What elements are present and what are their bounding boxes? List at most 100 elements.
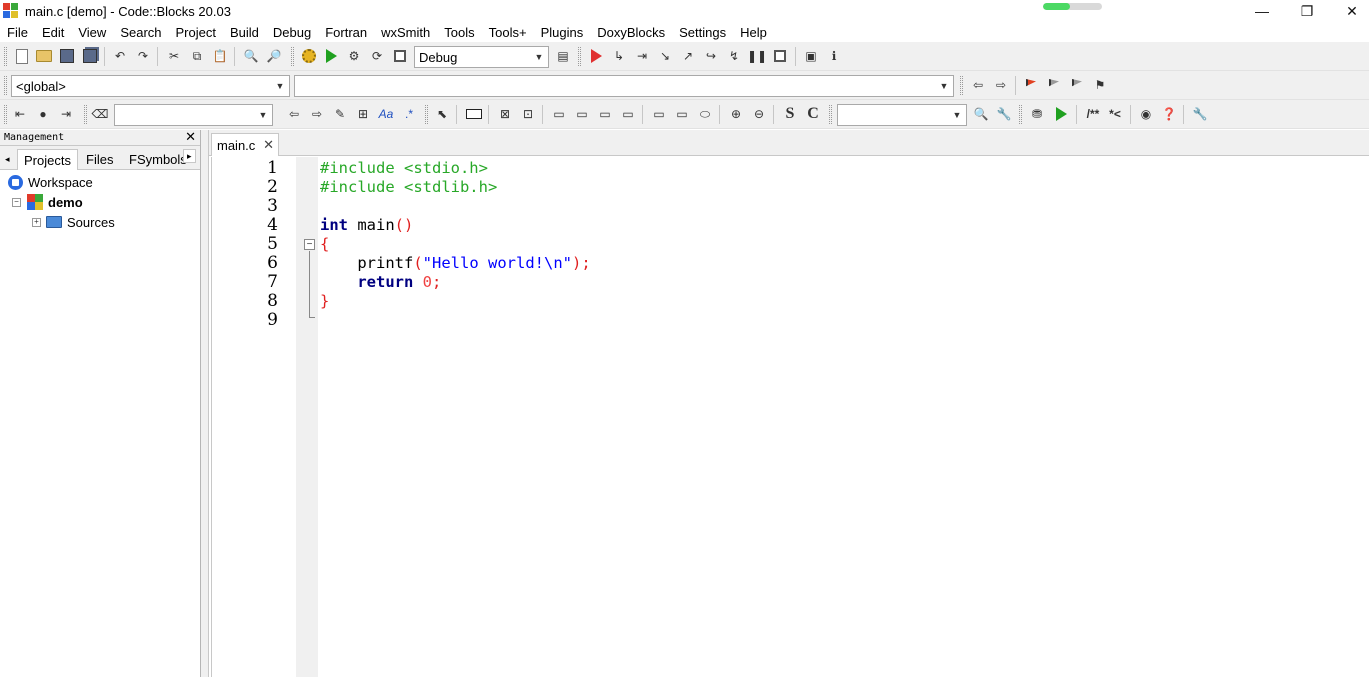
menu-file[interactable]: File xyxy=(7,25,28,40)
expand-icon[interactable]: + xyxy=(32,217,41,227)
toolbar-grip[interactable] xyxy=(425,105,428,124)
menu-fortran[interactable]: Fortran xyxy=(325,25,367,40)
zoom-out-icon[interactable]: ⊖ xyxy=(749,104,769,124)
view-chm-icon[interactable]: ❓ xyxy=(1159,104,1179,124)
next-line-icon[interactable]: ⇥ xyxy=(632,46,652,66)
tab-main-c[interactable]: main.c ✕ xyxy=(211,133,279,156)
menu-tools-plus[interactable]: Tools+ xyxy=(489,25,527,40)
menu-project[interactable]: Project xyxy=(176,25,216,40)
menu-plugins[interactable]: Plugins xyxy=(541,25,584,40)
block-2-icon[interactable]: ▭ xyxy=(572,104,592,124)
tab-files[interactable]: Files xyxy=(80,149,119,170)
undo-icon[interactable]: ↶ xyxy=(110,46,130,66)
menu-edit[interactable]: Edit xyxy=(42,25,64,40)
clear-search-icon[interactable]: ⌫ xyxy=(90,104,110,124)
text-block-icon[interactable]: ⊡ xyxy=(518,104,538,124)
save-all-icon[interactable] xyxy=(80,46,100,66)
next-instruction-icon[interactable]: ↪ xyxy=(701,46,721,66)
paste-icon[interactable]: 📋 xyxy=(210,46,230,66)
step-out-icon[interactable]: ↗ xyxy=(678,46,698,66)
find-icon[interactable]: 🔍 xyxy=(241,46,261,66)
toolbar-grip[interactable] xyxy=(291,47,294,66)
toolbar-grip[interactable] xyxy=(4,105,7,124)
settings-wrench-icon[interactable]: 🔧 xyxy=(994,104,1014,124)
show-select-target-icon[interactable]: ▤ xyxy=(553,46,573,66)
rebuild-icon[interactable]: ⟳ xyxy=(367,46,387,66)
search-next-icon[interactable]: ⇨ xyxy=(307,104,327,124)
toolbar-grip[interactable] xyxy=(1019,105,1022,124)
menu-view[interactable]: View xyxy=(78,25,106,40)
close-tab-icon[interactable]: ✕ xyxy=(263,137,274,153)
s-button[interactable]: S xyxy=(780,104,800,124)
regex-icon[interactable]: .* xyxy=(399,104,419,124)
debug-windows-icon[interactable]: ▣ xyxy=(801,46,821,66)
close-icon[interactable]: ✕ xyxy=(185,130,196,145)
block-3-icon[interactable]: ▭ xyxy=(595,104,615,124)
view-html-icon[interactable]: ◉ xyxy=(1136,104,1156,124)
jump-forward-icon[interactable]: ⇨ xyxy=(991,75,1011,95)
tree-item-demo[interactable]: − demo xyxy=(12,193,83,211)
doxy-run-icon[interactable] xyxy=(1051,104,1071,124)
tree-item-workspace[interactable]: Workspace xyxy=(8,173,93,191)
search-prev-icon[interactable]: ⇦ xyxy=(284,104,304,124)
find-select[interactable]: ▼ xyxy=(837,104,967,126)
symbol-select[interactable]: ▼ xyxy=(294,75,954,97)
shape-2-icon[interactable]: ▭ xyxy=(672,104,692,124)
toolbar-grip[interactable] xyxy=(578,47,581,66)
incremental-search-input[interactable]: ▼ xyxy=(114,104,273,126)
selected-text-only-icon[interactable]: ⊞ xyxy=(353,104,373,124)
build-and-run-icon[interactable]: ⚙ xyxy=(344,46,364,66)
toolbar-grip[interactable] xyxy=(4,47,7,66)
toolbar-grip[interactable] xyxy=(84,105,87,124)
tab-scroll-left-icon[interactable]: ◂ xyxy=(2,149,13,170)
build-target-select[interactable]: Debug ▼ xyxy=(414,46,549,68)
match-case-icon[interactable]: Aa xyxy=(376,104,396,124)
collapse-icon[interactable]: − xyxy=(12,197,21,207)
debug-start-icon[interactable] xyxy=(586,46,606,66)
maximize-button[interactable]: ❐ xyxy=(1284,0,1330,22)
menu-help[interactable]: Help xyxy=(740,25,767,40)
save-icon[interactable] xyxy=(57,46,77,66)
close-button[interactable]: ✕ xyxy=(1329,0,1369,22)
menu-tools[interactable]: Tools xyxy=(444,25,474,40)
highlight-icon[interactable]: ✎ xyxy=(330,104,350,124)
next-bookmark-icon[interactable] xyxy=(1067,75,1087,95)
block-1-icon[interactable]: ▭ xyxy=(549,104,569,124)
decision-block-icon[interactable]: ⊠ xyxy=(495,104,515,124)
step-into-icon[interactable]: ↘ xyxy=(655,46,675,66)
run-icon[interactable] xyxy=(321,46,341,66)
panel-splitter[interactable] xyxy=(201,130,209,677)
doxy-line-comment-button[interactable]: *< xyxy=(1105,104,1125,124)
abort-icon[interactable] xyxy=(390,46,410,66)
code-editor[interactable]: 1 2 3 4 5 6 7 8 9 − #include <stdio.h> #… xyxy=(211,157,1369,677)
menu-debug[interactable]: Debug xyxy=(273,25,311,40)
doxy-block-comment-button[interactable]: /** xyxy=(1081,104,1105,124)
doxywizard-icon[interactable]: ⛃ xyxy=(1027,104,1047,124)
toolbar-grip[interactable] xyxy=(829,105,832,124)
toolbar-grip[interactable] xyxy=(960,76,963,95)
minimize-button[interactable]: — xyxy=(1239,0,1285,22)
zoom-in-icon[interactable]: ⊕ xyxy=(726,104,746,124)
tree-item-sources[interactable]: + Sources xyxy=(32,213,115,231)
jump-back-icon[interactable]: ⇦ xyxy=(968,75,988,95)
new-file-icon[interactable] xyxy=(12,46,32,66)
menu-wxsmith[interactable]: wxSmith xyxy=(381,25,430,40)
run-to-cursor-icon[interactable]: ↳ xyxy=(609,46,629,66)
rect-block-icon[interactable] xyxy=(464,104,484,124)
tab-projects[interactable]: Projects xyxy=(17,149,78,170)
pointer-icon[interactable]: ⬉ xyxy=(432,104,452,124)
dot-icon[interactable]: ● xyxy=(33,104,53,124)
toggle-bookmark-icon[interactable] xyxy=(1021,75,1041,95)
menu-doxyblocks[interactable]: DoxyBlocks xyxy=(597,25,665,40)
menu-build[interactable]: Build xyxy=(230,25,259,40)
shape-3-icon[interactable]: ⬭ xyxy=(695,104,715,124)
tab-scroll-right-icon[interactable]: ▸ xyxy=(183,149,196,163)
scope-select[interactable]: <global> ▼ xyxy=(11,75,290,97)
tools-wrench-icon[interactable]: 🔧 xyxy=(1190,104,1210,124)
step-into-instruction-icon[interactable]: ↯ xyxy=(724,46,744,66)
jump-next-icon[interactable]: ⇥ xyxy=(56,104,76,124)
open-file-icon[interactable] xyxy=(34,46,54,66)
block-4-icon[interactable]: ▭ xyxy=(618,104,638,124)
toolbar-grip[interactable] xyxy=(4,76,7,95)
copy-icon[interactable]: ⧉ xyxy=(187,46,207,66)
